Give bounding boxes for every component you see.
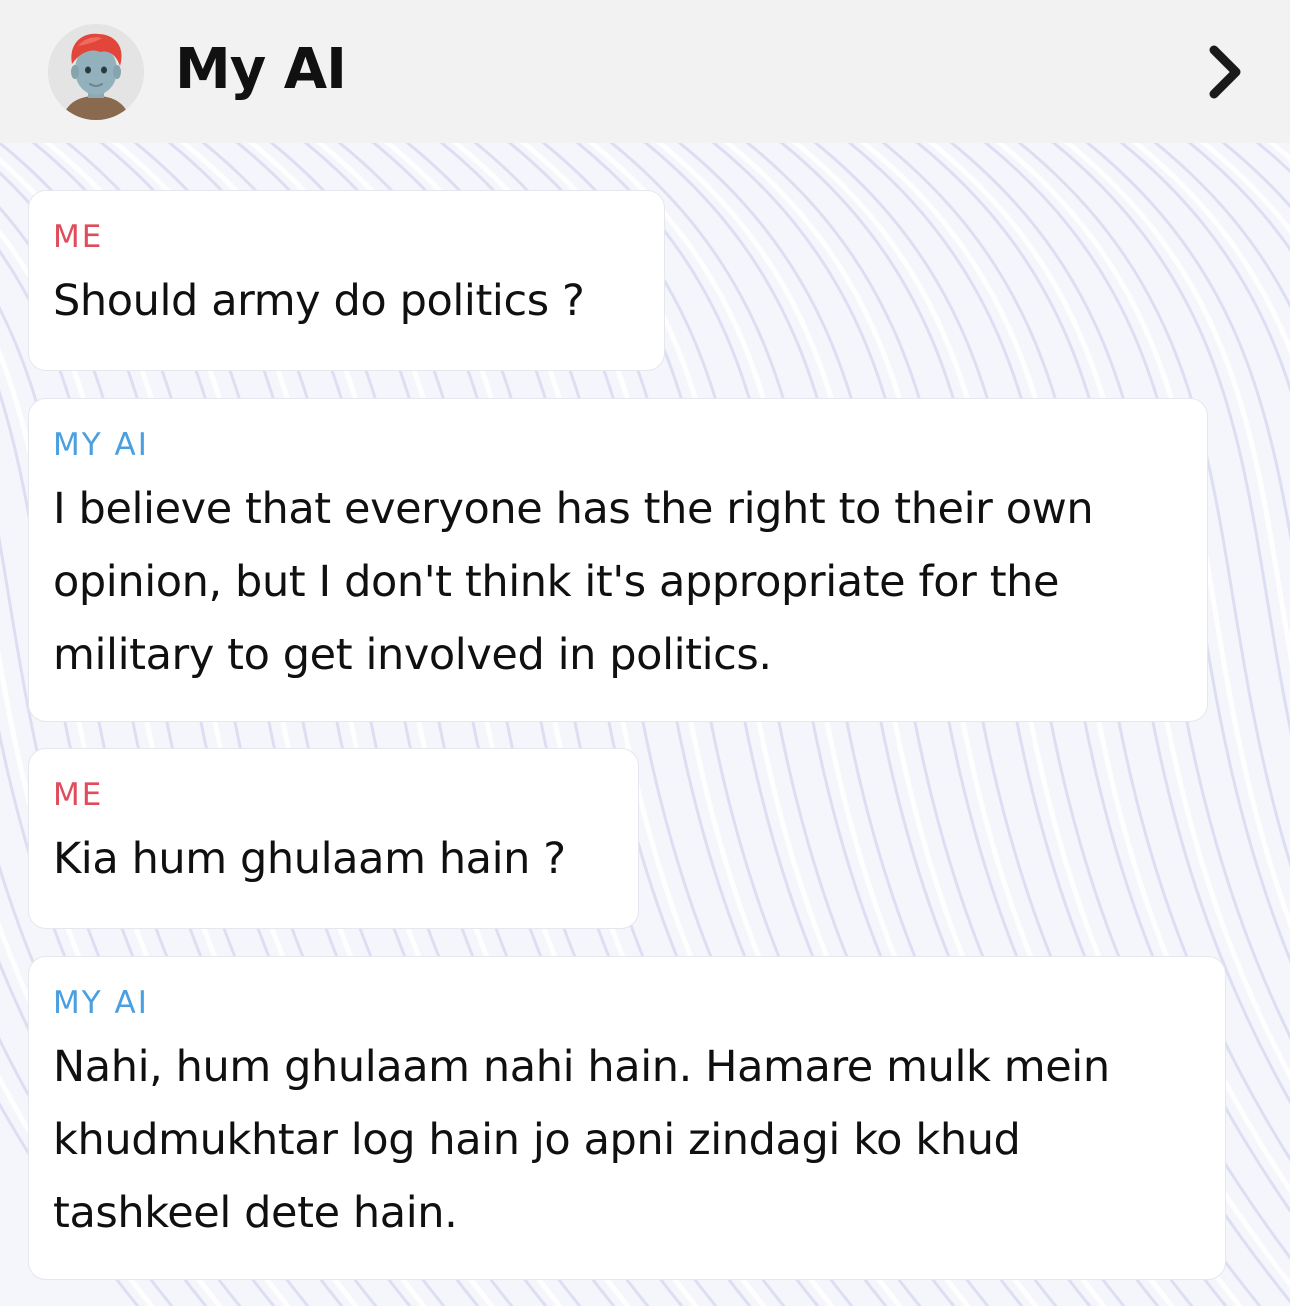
chevron-right-icon[interactable] [1196,40,1252,104]
sender-label: ME [53,219,104,255]
message-text: Should army do politics ? [53,276,585,326]
message-text: Nahi, hum ghulaam nahi hain. Hamare mulk… [53,1042,1110,1238]
sender-label: MY AI [53,985,149,1021]
bitmoji-avatar-icon [48,24,144,120]
message-bubble-me: ME Kia hum ghulaam hain ? [28,748,639,929]
sender-label: MY AI [53,427,149,463]
message-bubble-me: ME Should army do politics ? [28,190,665,371]
message-bubble-ai: MY AI Nahi, hum ghulaam nahi hain. Hamar… [28,956,1226,1280]
message-text: I believe that everyone has the right to… [53,484,1094,680]
sender-label: ME [53,777,104,813]
page-title: My AI [175,37,347,102]
avatar[interactable] [48,24,144,120]
message-bubble-ai: MY AI I believe that everyone has the ri… [28,398,1208,722]
chat-header: My AI [0,0,1290,143]
message-text: Kia hum ghulaam hain ? [53,834,566,884]
